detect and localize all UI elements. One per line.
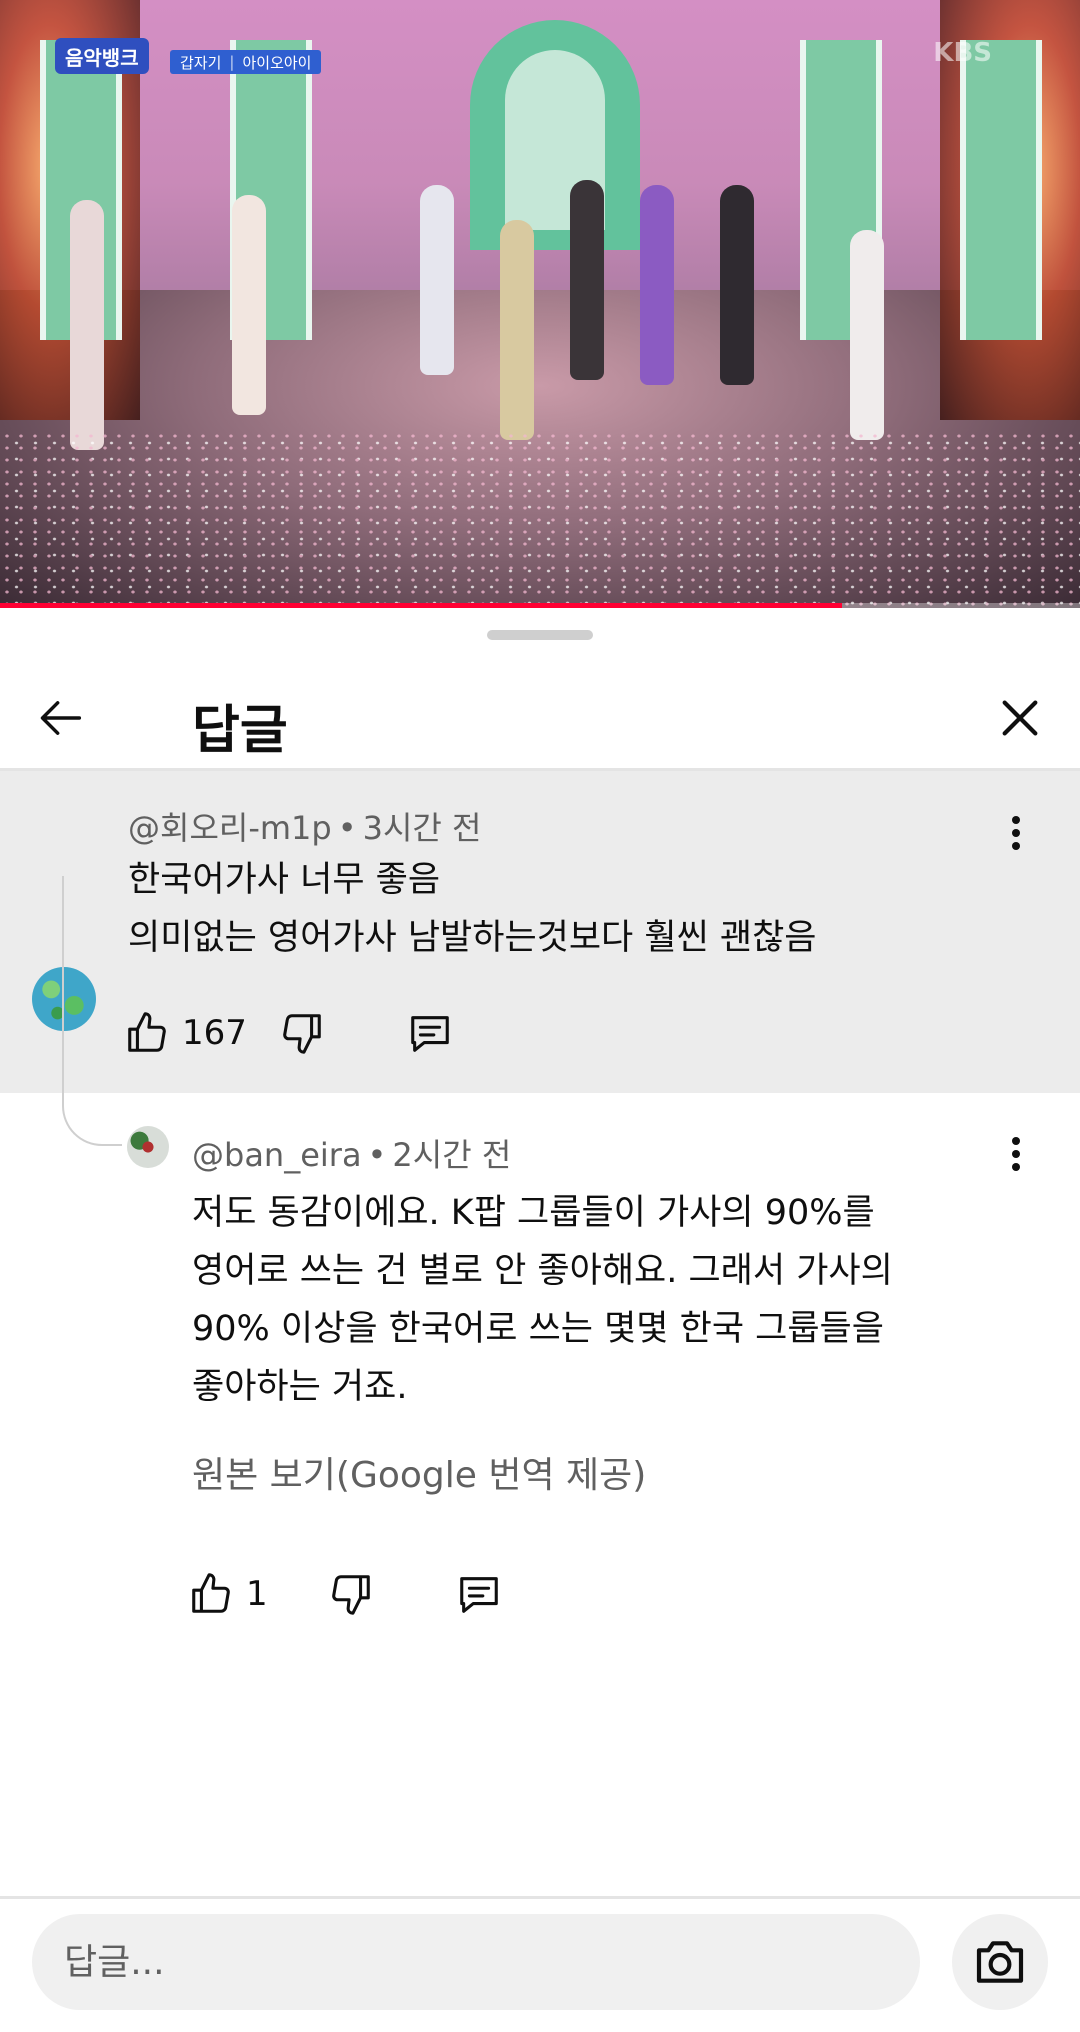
comment-icon [411, 1016, 449, 1052]
comment-line: 한국어가사 너무 좋음 [128, 860, 441, 900]
like-button[interactable]: 1 [188, 1571, 268, 1617]
comment-meta: @회오리-m1p • 3시간 전 [128, 803, 481, 849]
comment-line: 90% 이상을 한국어로 쓰는 몇몇 한국 그룹들을 [192, 1309, 884, 1349]
more-vertical-icon [1012, 1137, 1020, 1171]
thread-connector [62, 876, 122, 1146]
comment-line: 영어로 쓰는 건 별로 안 좋아해요. 그래서 가사의 [192, 1251, 893, 1291]
confetti [0, 430, 1080, 608]
sheet-header: 답글 [0, 658, 1080, 768]
reply-button[interactable] [456, 1571, 502, 1617]
comment-line: 좋아하는 거죠. [192, 1367, 408, 1407]
camera-icon [976, 1941, 1024, 1983]
dancer [232, 195, 266, 415]
comment-text: 한국어가사 너무 좋음 의미없는 영어가사 남발하는것보다 훨씬 괜찮음 [128, 851, 817, 967]
dancer [420, 185, 454, 375]
meta-separator: • [337, 809, 357, 847]
like-count: 1 [246, 1574, 268, 1614]
dancer [570, 180, 604, 380]
show-logo: 음악뱅크 [55, 38, 149, 74]
comment-time: 3시간 전 [362, 809, 482, 847]
composer-divider [0, 1896, 1080, 1899]
more-vertical-icon [1012, 816, 1020, 850]
reply-button[interactable] [407, 1010, 453, 1056]
dislike-button[interactable] [328, 1571, 374, 1617]
like-count: 167 [182, 1013, 247, 1053]
sheet-title: 답글 [192, 701, 288, 761]
close-icon [1002, 700, 1038, 736]
dancer [70, 200, 104, 450]
comment-line: 저도 동감이에요. K팝 그룹들이 가사의 90%를 [192, 1193, 875, 1233]
like-button[interactable]: 167 [124, 1010, 247, 1056]
stage-pillar [960, 40, 1042, 340]
replies-sheet: 답글 @회오리-m1p • 3시간 전 한국어가사 너무 좋음 의미없는 영어가사 … [0, 608, 1080, 2032]
more-options-button[interactable] [996, 1124, 1036, 1184]
song-caption: 갑자기 | 아이오아이 [170, 50, 322, 74]
dancer [850, 230, 884, 440]
dancer [720, 185, 754, 385]
reply-input[interactable] [32, 1914, 920, 2010]
see-original-link[interactable]: 원본 보기(Google 번역 제공) [192, 1446, 646, 1498]
back-button[interactable] [30, 686, 94, 750]
parent-comment: @회오리-m1p • 3시간 전 한국어가사 너무 좋음 의미없는 영어가사 남발하… [0, 771, 1080, 1093]
comment-actions: 1 [188, 1564, 502, 1624]
dancer [640, 185, 674, 385]
meta-separator: • [367, 1136, 387, 1174]
comment-time: 2시간 전 [392, 1136, 512, 1174]
more-options-button[interactable] [996, 803, 1036, 863]
thumbs-down-icon [283, 1014, 321, 1054]
drag-handle[interactable] [487, 630, 593, 640]
thumbs-up-icon [192, 1573, 230, 1613]
song-artist: 아이오아이 [242, 53, 312, 72]
comment-meta: @ban_eira • 2시간 전 [192, 1130, 511, 1176]
comment-actions: 167 [124, 1003, 453, 1063]
dislike-button[interactable] [279, 1010, 325, 1056]
thumbs-up-icon [128, 1012, 166, 1052]
comment-icon [459, 1577, 498, 1613]
song-title: 갑자기 [180, 53, 222, 72]
comment-line: 의미없는 영어가사 남발하는것보다 훨씬 괜찮음 [128, 918, 817, 958]
caption-separator: | [229, 53, 235, 71]
comment-author[interactable]: @회오리-m1p [128, 809, 332, 847]
thumbs-down-icon [331, 1575, 370, 1615]
dancer [500, 220, 534, 440]
camera-button[interactable] [952, 1914, 1048, 2010]
close-button[interactable] [988, 686, 1052, 750]
broadcaster-watermark: KBS [933, 38, 992, 68]
arrow-left-icon [40, 701, 82, 735]
comment-author[interactable]: @ban_eira [192, 1136, 362, 1174]
video-player[interactable]: 음악뱅크 갑자기 | 아이오아이 KBS [0, 0, 1080, 608]
comment-text: 저도 동감이에요. K팝 그룹들이 가사의 90%를 영어로 쓰는 건 별로 안… [192, 1184, 893, 1416]
avatar[interactable] [127, 1126, 169, 1168]
